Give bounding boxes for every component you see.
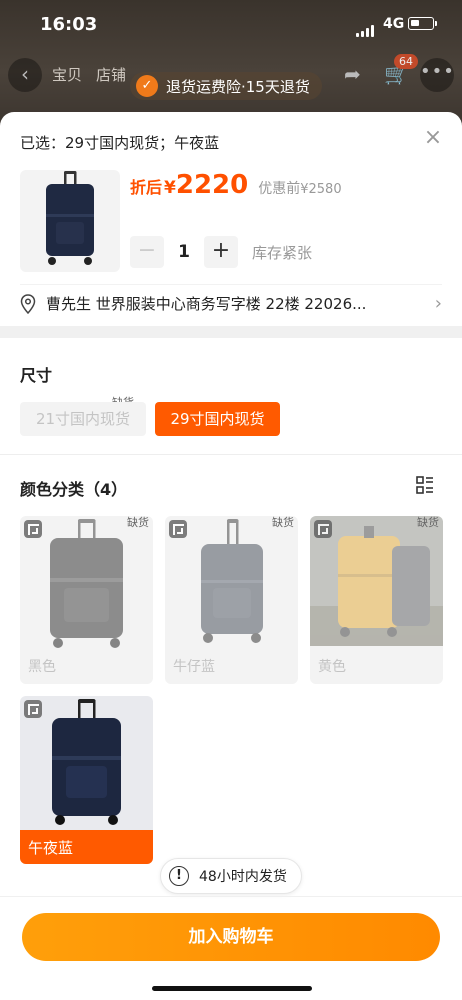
product-image <box>310 516 443 660</box>
color-option-denim-blue[interactable]: 缺货 牛仔蓝 <box>165 516 298 684</box>
network-type: 4G <box>383 16 405 32</box>
price-value: 2220 <box>175 170 249 200</box>
price-label: 折后 <box>130 178 163 197</box>
color-name: 牛仔蓝 <box>173 659 215 675</box>
tab-product[interactable]: 宝贝 <box>52 64 82 85</box>
quantity-stepper: − 1 + 库存紧张 <box>130 236 312 268</box>
address-text: 曹先生 世界服装中心商务写字楼 22楼 22026... <box>46 295 367 313</box>
shield-check-icon: ✓ <box>136 75 158 97</box>
stock-status: 库存紧张 <box>252 243 313 262</box>
close-icon[interactable]: × <box>422 127 444 150</box>
price-row: 折后 ¥ 2220 优惠前 ¥2580 <box>130 170 342 200</box>
color-name: 黄色 <box>318 659 346 675</box>
quantity-value[interactable]: 1 <box>164 242 204 262</box>
list-view-icon[interactable] <box>416 476 434 494</box>
info-icon: ! <box>169 866 189 886</box>
color-section-title: 颜色分类（4） <box>20 480 128 499</box>
out-of-stock-tag: 缺货 <box>417 516 439 529</box>
tab-shop[interactable]: 店铺 <box>96 64 126 85</box>
shipping-note: ! 48小时内发货 <box>160 858 302 894</box>
decrease-button[interactable]: − <box>130 236 164 268</box>
share-icon[interactable]: ➦ <box>344 62 361 86</box>
color-option-yellow[interactable]: 缺货 黄色 <box>310 516 443 684</box>
return-insurance-text: 退货运费险·15天退货 <box>166 77 310 96</box>
battery-icon <box>408 17 437 30</box>
bottom-divider <box>0 896 462 897</box>
size-option-29[interactable]: 29寸国内现货 <box>155 402 280 436</box>
back-icon[interactable]: ‹ <box>8 58 42 92</box>
status-bar: 16:03 4G <box>0 0 462 48</box>
out-of-stock-tag: 缺货 <box>272 516 294 529</box>
location-pin-icon <box>20 293 36 314</box>
shipping-note-text: 48小时内发货 <box>199 869 287 885</box>
section-divider <box>0 326 462 338</box>
add-to-cart-button[interactable]: 加入购物车 <box>22 913 440 961</box>
address-row[interactable]: 曹先生 世界服装中心商务写字楼 22楼 22026... › <box>20 284 442 314</box>
more-icon[interactable]: ••• <box>420 58 454 92</box>
product-image <box>165 516 298 660</box>
signal-icon <box>356 18 376 37</box>
color-name: 午夜蓝 <box>28 839 74 857</box>
color-option-midnight-blue[interactable]: 午夜蓝 <box>20 696 153 864</box>
out-of-stock-tag: 缺货 <box>127 516 149 529</box>
original-price-value: ¥2580 <box>300 182 342 197</box>
selected-summary: 已选：29寸国内现货；午夜蓝 <box>20 134 220 152</box>
cart-badge: 64 <box>394 54 418 69</box>
increase-button[interactable]: + <box>204 236 238 268</box>
home-indicator <box>152 986 312 991</box>
chevron-right-icon: › <box>434 293 442 314</box>
original-price-label: 优惠前 <box>258 181 301 197</box>
section-divider-line <box>0 454 462 455</box>
expand-icon[interactable] <box>169 520 187 538</box>
expand-icon[interactable] <box>314 520 332 538</box>
color-name: 黑色 <box>28 659 56 675</box>
color-option-black[interactable]: 缺货 黑色 <box>20 516 153 684</box>
product-thumbnail[interactable] <box>20 170 120 272</box>
return-insurance-banner: ✓ 退货运费险·15天退货 <box>130 72 322 100</box>
size-option-21[interactable]: 21寸国内现货 <box>20 402 146 436</box>
price-currency: ¥ <box>164 178 176 198</box>
size-section-title: 尺寸 <box>20 366 53 385</box>
sku-selector-sheet: × 已选：29寸国内现货；午夜蓝 折后 ¥ 2220 优惠前 ¥2580 − 1… <box>0 112 462 1000</box>
product-image <box>20 516 153 660</box>
expand-icon[interactable] <box>24 700 42 718</box>
expand-icon[interactable] <box>24 520 42 538</box>
status-time: 16:03 <box>40 14 98 35</box>
